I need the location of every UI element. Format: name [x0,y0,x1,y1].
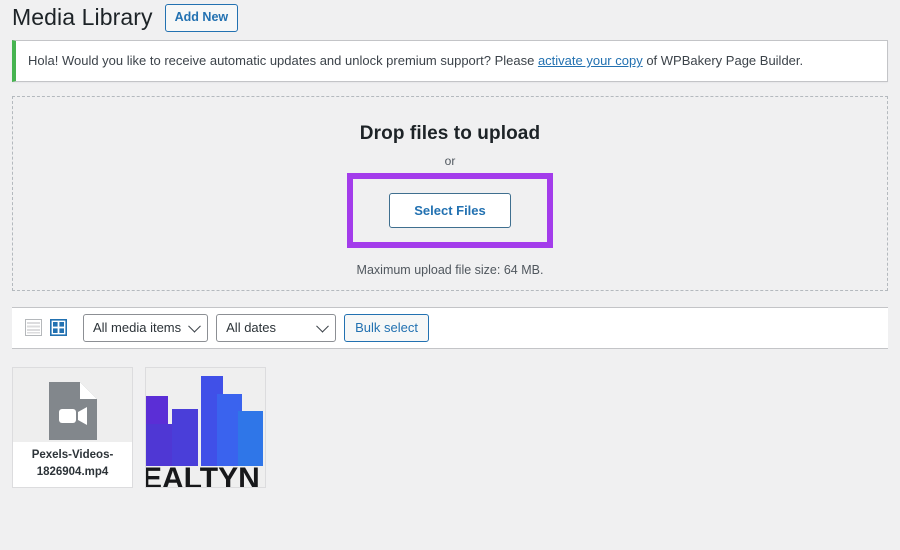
drop-or-label: or [444,153,456,168]
drop-files-title: Drop files to upload [359,122,541,144]
media-type-filter-select[interactable]: All media items [83,313,209,342]
select-files-button[interactable]: Select Files [389,192,511,229]
notice-text-before: Hola! Would you like to receive automati… [28,53,538,68]
media-item-filename: Pexels-Videos-1826904.mp4 [13,442,132,487]
video-file-icon [13,381,132,440]
page-header: Media Library Add New [0,0,900,34]
add-new-button[interactable]: Add New [164,4,239,32]
media-toolbar: All media items All dates Bulk select [12,306,888,349]
grid-view-icon[interactable] [49,319,67,337]
media-grid: Pexels-Videos-1826904.mp4 EALTYN [12,366,888,488]
media-item-image[interactable]: EALTYN [145,366,266,488]
logo-text: EALTYN [146,462,260,488]
media-item-video[interactable]: Pexels-Videos-1826904.mp4 [12,366,133,488]
select-files-highlight-box: Select Files [347,172,553,249]
view-switcher [24,319,67,337]
page-title: Media Library [12,4,153,31]
chevron-down-icon [188,319,202,333]
upload-dropzone[interactable]: Drop files to upload or Select Files Max… [12,95,888,291]
max-upload-size-note: Maximum upload file size: 64 MB. [356,263,544,278]
wpbakery-update-notice: Hola! Would you like to receive automati… [12,40,888,82]
activate-your-copy-link[interactable]: activate your copy [538,53,643,68]
list-view-icon[interactable] [24,319,42,337]
date-filter-value: All dates [226,320,277,335]
date-filter-select[interactable]: All dates [216,313,337,342]
chevron-down-icon [316,319,330,333]
notice-text-after: of WPBakery Page Builder. [642,53,804,68]
bulk-select-button[interactable]: Bulk select [344,313,430,342]
media-type-filter-value: All media items [93,320,182,335]
